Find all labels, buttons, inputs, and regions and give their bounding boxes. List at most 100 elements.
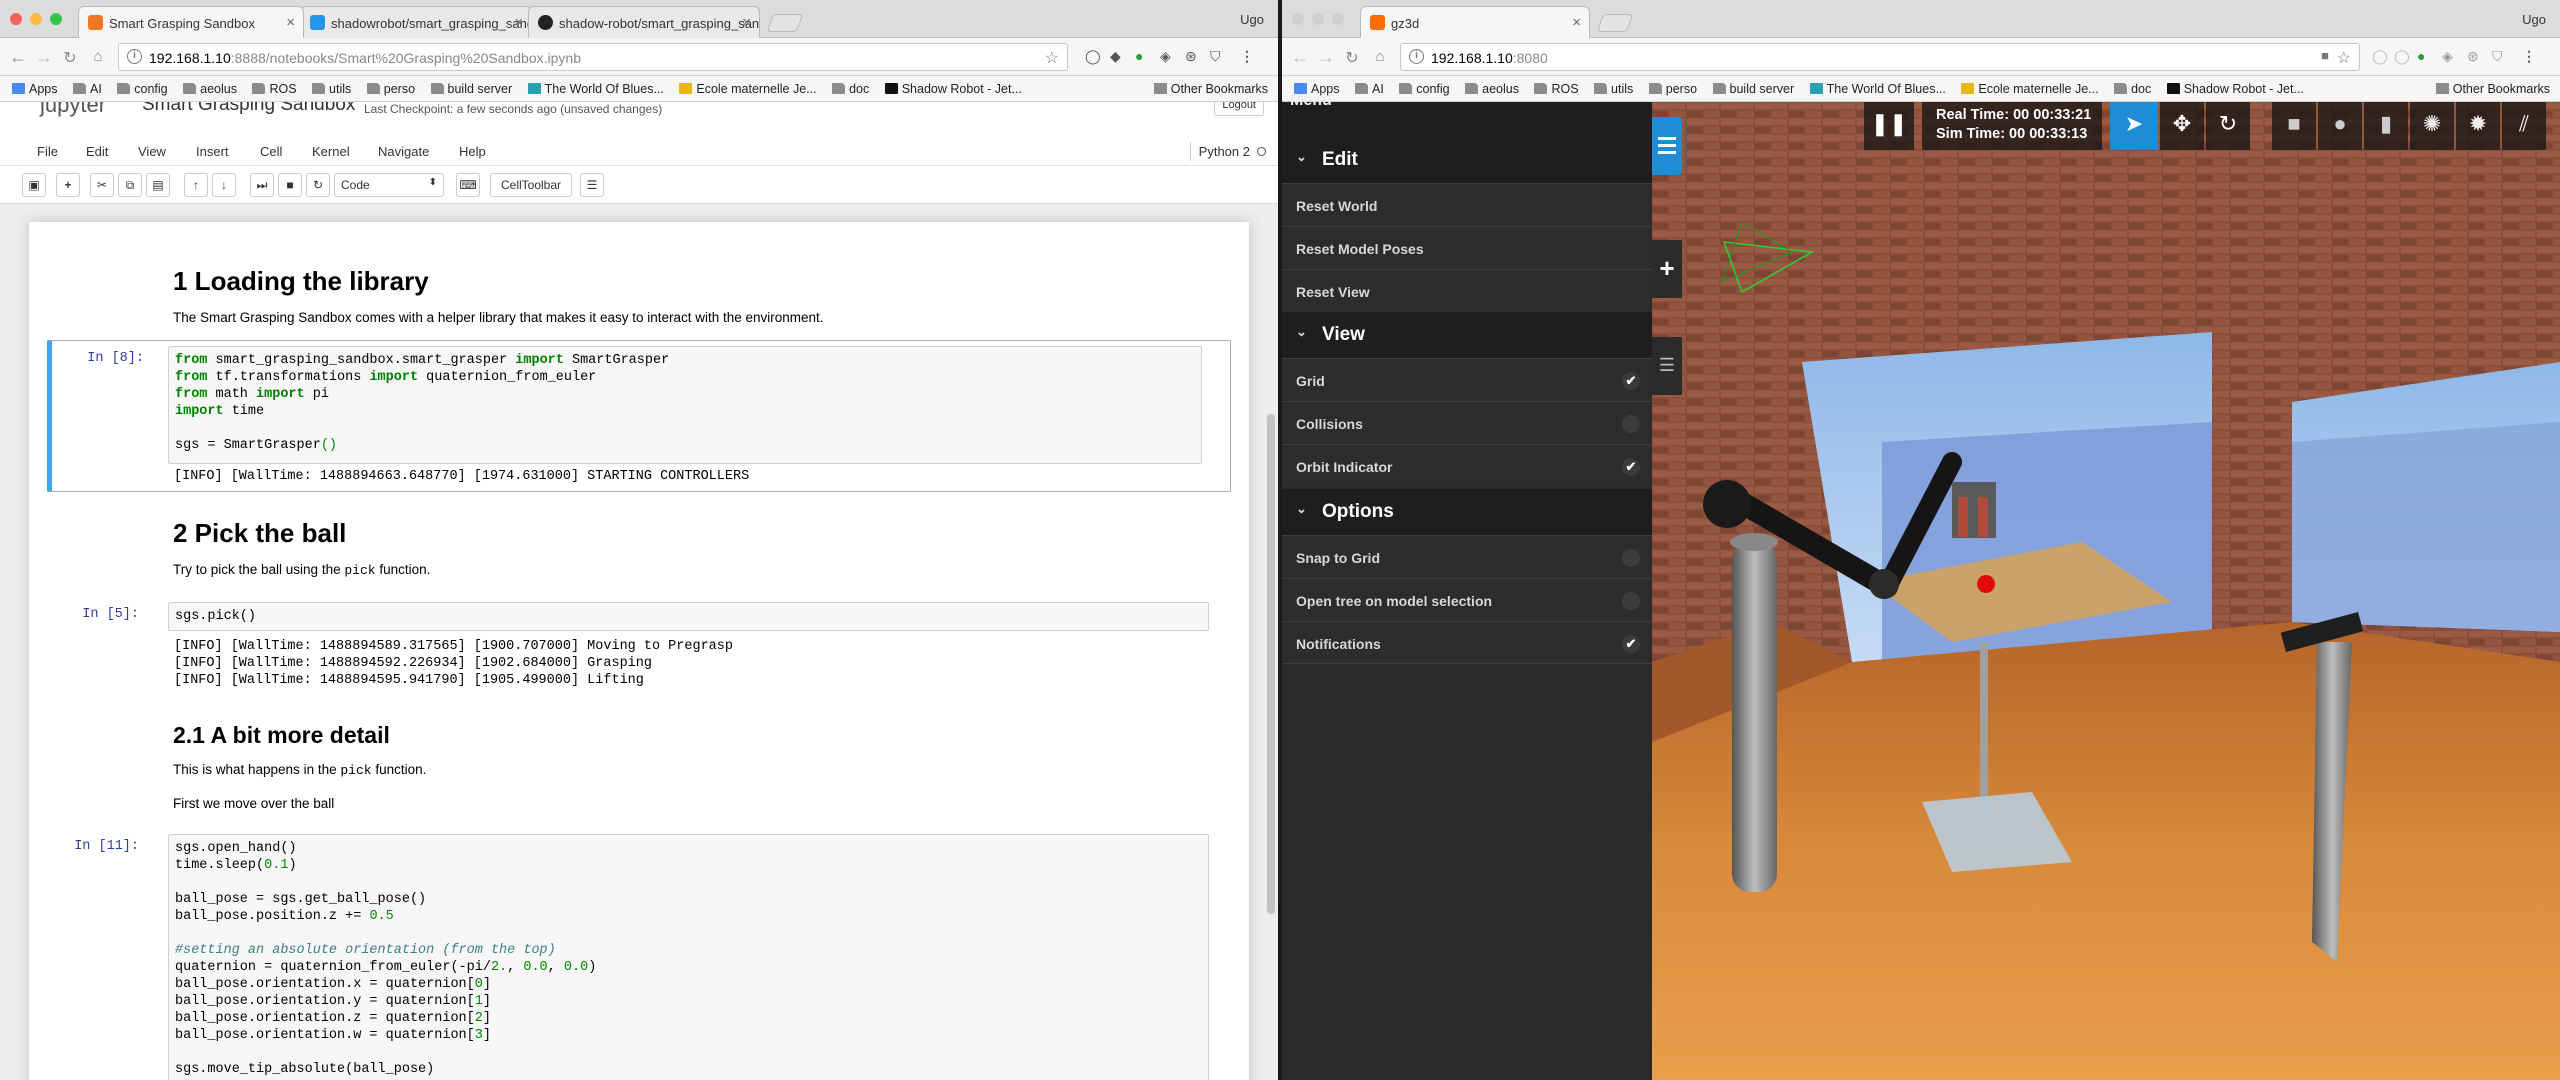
- checkmark-icon[interactable]: ✔: [1622, 458, 1640, 476]
- bookmark-folder[interactable]: aeolus: [183, 82, 237, 96]
- bookmark-folder[interactable]: doc: [2114, 82, 2151, 96]
- extension-aperture-icon[interactable]: ⊛: [2467, 48, 2479, 65]
- menu-item-notifications[interactable]: Notifications ✔: [1282, 621, 1652, 664]
- bookmark-link[interactable]: Ecole maternelle Je...: [1961, 82, 2099, 96]
- move-down-icon[interactable]: ↓: [212, 173, 236, 197]
- bookmark-folder[interactable]: perso: [1648, 82, 1697, 96]
- selected-code-cell[interactable]: In [8]: from smart_grasping_sandbox.smar…: [47, 340, 1231, 492]
- menu-help[interactable]: Help: [459, 144, 486, 159]
- close-tab-icon[interactable]: ×: [286, 14, 295, 31]
- unchecked-circle-icon[interactable]: [1622, 415, 1640, 433]
- toc-list-icon[interactable]: ☰: [580, 173, 604, 197]
- interrupt-icon[interactable]: ■: [278, 173, 302, 197]
- extension-new-icon[interactable]: ●: [1135, 48, 1143, 64]
- info-icon[interactable]: i: [127, 49, 142, 64]
- directional-light-icon[interactable]: ⫽: [2502, 102, 2546, 150]
- back-arrow-icon[interactable]: ←: [1290, 47, 1310, 68]
- bookmark-folder[interactable]: utils: [1594, 82, 1633, 96]
- menu-item-snap-to-grid[interactable]: Snap to Grid: [1282, 535, 1652, 578]
- menu-navigate[interactable]: Navigate: [378, 144, 429, 159]
- run-cell-icon[interactable]: ⏭: [250, 173, 274, 197]
- unchecked-circle-icon[interactable]: [1622, 549, 1640, 567]
- address-bar[interactable]: i 192.168.1.10:8080 ■ ☆: [1400, 43, 2360, 71]
- extension-shield-icon[interactable]: ⛉: [1210, 48, 1221, 65]
- celltoolbar-button[interactable]: CellToolbar: [490, 173, 572, 197]
- code-input[interactable]: sgs.pick(): [168, 602, 1209, 631]
- menu-item-open-tree[interactable]: Open tree on model selection: [1282, 578, 1652, 621]
- spotlight-icon[interactable]: ✹: [2456, 102, 2500, 150]
- home-icon[interactable]: ⌂: [1370, 48, 1390, 65]
- back-arrow-icon[interactable]: ←: [8, 47, 28, 68]
- cylinder-icon[interactable]: ▮: [2364, 102, 2408, 150]
- bookmark-folder[interactable]: ROS: [1534, 82, 1579, 96]
- sphere-icon[interactable]: ●: [2318, 102, 2362, 150]
- close-tab-icon[interactable]: ×: [1572, 14, 1581, 31]
- other-bookmarks[interactable]: Other Bookmarks: [1153, 82, 1268, 96]
- logout-button[interactable]: Logout: [1214, 102, 1264, 116]
- tab-smart-grasping-sandbox[interactable]: Smart Grasping Sandbox ×: [78, 6, 304, 38]
- sun-icon[interactable]: ✺: [2410, 102, 2454, 150]
- checkmark-icon[interactable]: ✔: [1622, 372, 1640, 390]
- new-tab-button[interactable]: [766, 14, 804, 32]
- reload-icon[interactable]: ↻: [60, 48, 80, 68]
- tab-dockerhub[interactable]: shadowrobot/smart_grasping_sandbox ×: [300, 6, 532, 38]
- code-cell[interactable]: In [11]: sgs.open_hand() time.sleep(0.1)…: [47, 830, 1231, 1080]
- section-view[interactable]: ⌄ View: [1282, 312, 1652, 358]
- checkmark-icon[interactable]: ✔: [1622, 635, 1640, 653]
- notebook-area[interactable]: 1 Loading the library The Smart Grasping…: [0, 204, 1278, 1080]
- bookmark-link[interactable]: Ecole maternelle Je...: [679, 82, 817, 96]
- rotate-icon[interactable]: ↻: [2206, 102, 2250, 150]
- code-cell[interactable]: In [5]: sgs.pick() [INFO] [WallTime: 148…: [47, 598, 1231, 690]
- command-palette-icon[interactable]: ⌨: [456, 173, 480, 197]
- menu-file[interactable]: File: [37, 144, 58, 159]
- bookmark-star-icon[interactable]: ☆: [2337, 48, 2351, 68]
- reload-icon[interactable]: ↻: [1342, 48, 1362, 68]
- menu-item-reset-view[interactable]: Reset View: [1282, 269, 1652, 312]
- bookmark-folder[interactable]: AI: [72, 82, 102, 96]
- extension-puzzle-icon[interactable]: ◈: [2442, 48, 2453, 65]
- bookmark-folder[interactable]: doc: [832, 82, 869, 96]
- move-up-icon[interactable]: ↑: [184, 173, 208, 197]
- new-tab-button[interactable]: [1596, 14, 1634, 32]
- home-icon[interactable]: ⌂: [88, 48, 108, 65]
- minimize-window-button[interactable]: [30, 13, 42, 25]
- tab-github[interactable]: shadow-robot/smart_grasping_sandbox ×: [528, 6, 760, 38]
- bookmark-link[interactable]: The World Of Blues...: [527, 82, 664, 96]
- select-arrow-icon[interactable]: ➤: [2110, 102, 2158, 150]
- menu-insert[interactable]: Insert: [196, 144, 229, 159]
- bookmark-folder[interactable]: utils: [312, 82, 351, 96]
- bookmark-link[interactable]: Shadow Robot - Jet...: [884, 82, 1022, 96]
- menu-item-collisions[interactable]: Collisions: [1282, 401, 1652, 444]
- extension-circle-icon[interactable]: ◯: [1085, 48, 1101, 65]
- extension-aperture-icon[interactable]: ⊛: [1185, 48, 1197, 65]
- address-bar[interactable]: i 192.168.1.10:8888/notebooks/Smart%20Gr…: [118, 43, 1068, 71]
- bookmark-folder[interactable]: config: [1399, 82, 1450, 96]
- close-tab-icon[interactable]: ×: [514, 14, 523, 31]
- close-window-button[interactable]: [10, 13, 22, 25]
- forward-arrow-icon[interactable]: →: [1316, 47, 1336, 68]
- code-input[interactable]: sgs.open_hand() time.sleep(0.1) ball_pos…: [168, 834, 1209, 1080]
- zoom-window-button[interactable]: [1332, 13, 1344, 25]
- bookmark-link[interactable]: The World Of Blues...: [1809, 82, 1946, 96]
- other-bookmarks[interactable]: Other Bookmarks: [2435, 82, 2550, 96]
- bookmark-folder[interactable]: config: [117, 82, 168, 96]
- forward-arrow-icon[interactable]: →: [34, 47, 54, 68]
- bookmark-folder[interactable]: build server: [430, 82, 512, 96]
- minimize-window-button[interactable]: [1312, 13, 1324, 25]
- menu-item-reset-model-poses[interactable]: Reset Model Poses: [1282, 226, 1652, 269]
- profile-name[interactable]: Ugo: [1240, 12, 1264, 27]
- bookmark-link[interactable]: Shadow Robot - Jet...: [2166, 82, 2304, 96]
- box-icon[interactable]: ■: [2272, 102, 2316, 150]
- close-tab-icon[interactable]: ×: [742, 14, 751, 31]
- tab-gz3d[interactable]: gz3d ×: [1360, 6, 1590, 38]
- extension-new-icon[interactable]: ●: [2417, 48, 2425, 64]
- menu-item-grid[interactable]: Grid ✔: [1282, 358, 1652, 401]
- section-edit[interactable]: ⌄ Edit: [1282, 137, 1652, 183]
- bookmark-folder[interactable]: ROS: [252, 82, 297, 96]
- gazebo-3d-viewport[interactable]: [1652, 102, 2560, 1080]
- menu-item-reset-world[interactable]: Reset World: [1282, 183, 1652, 226]
- extension-circle-icon[interactable]: ◯: [2394, 48, 2410, 65]
- menu-edit[interactable]: Edit: [86, 144, 108, 159]
- restart-icon[interactable]: ↻: [306, 173, 330, 197]
- bookmark-folder[interactable]: AI: [1354, 82, 1384, 96]
